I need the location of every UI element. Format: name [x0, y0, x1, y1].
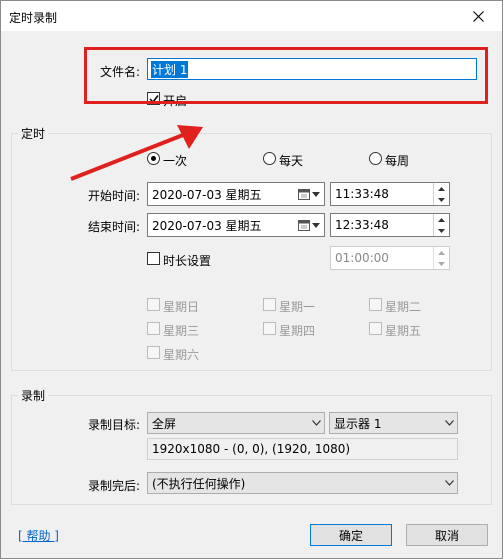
weekday-label-sun: 星期日: [163, 300, 200, 314]
weekday-checkbox-tue[interactable]: [369, 298, 382, 311]
weekday-checkbox-wed[interactable]: [147, 322, 160, 335]
weekday-label-fri: 星期五: [385, 324, 422, 338]
end-date-value: 2020-07-03 星期五: [152, 218, 262, 233]
spin-up-icon[interactable]: [438, 217, 445, 222]
record-target-value: 全屏: [152, 416, 177, 431]
weekday-checkbox-mon[interactable]: [263, 298, 276, 311]
radio-once-label: 一次: [163, 154, 188, 168]
spin-down-icon[interactable]: [438, 228, 445, 233]
ok-button[interactable]: 确定: [310, 524, 392, 546]
weekday-label-tue: 星期二: [385, 300, 422, 314]
calendar-icon: [298, 189, 310, 200]
weekday-label-thu: 星期四: [279, 324, 316, 338]
start-time-spinner[interactable]: [433, 183, 449, 205]
monitor-select[interactable]: 显示器 1: [329, 412, 458, 434]
weekday-checkbox-fri[interactable]: [369, 322, 382, 335]
chevron-down-icon[interactable]: [312, 223, 320, 228]
chevron-down-icon: [311, 420, 321, 426]
start-date-picker[interactable]: 2020-07-03 星期五: [147, 182, 325, 206]
chevron-down-icon: [444, 480, 454, 486]
chevron-down-icon[interactable]: [312, 192, 320, 197]
radio-daily-label: 每天: [279, 154, 304, 168]
radio-daily[interactable]: [263, 152, 276, 165]
duration-spinner[interactable]: [433, 247, 449, 269]
record-target-label: 录制目标:: [88, 418, 141, 432]
weekday-checkbox-sat[interactable]: [147, 346, 160, 359]
cancel-button[interactable]: 取消: [406, 524, 488, 546]
end-time-value: 12:33:48: [335, 218, 389, 232]
chevron-down-icon: [444, 420, 454, 426]
title-bar: 定时录制: [1, 1, 502, 31]
help-link[interactable]: [ 帮助 ]: [18, 527, 59, 544]
after-record-value: (不执行任何操作): [152, 476, 246, 491]
after-record-label: 录制完后:: [88, 479, 141, 493]
close-button[interactable]: [456, 1, 500, 31]
region-info: 1920x1080 - (0, 0), (1920, 1080): [147, 438, 458, 460]
start-date-value: 2020-07-03 星期五: [152, 187, 262, 202]
weekday-checkbox-thu[interactable]: [263, 322, 276, 335]
close-icon: [472, 10, 484, 22]
schedule-record-dialog: 定时录制 文件名: 计划 1 开启 定时 一次 每天 每周 开始时间: 2020…: [0, 0, 503, 559]
spin-up-icon[interactable]: [438, 250, 445, 255]
window-title: 定时录制: [9, 11, 58, 25]
after-record-select[interactable]: (不执行任何操作): [147, 472, 458, 494]
spin-down-icon[interactable]: [438, 197, 445, 202]
duration-input[interactable]: 01:00:00: [330, 246, 450, 270]
radio-weekly-label: 每周: [385, 154, 410, 168]
duration-value: 01:00:00: [335, 251, 389, 265]
start-time-label: 开始时间:: [88, 189, 141, 203]
weekday-checkbox-sun[interactable]: [147, 298, 160, 311]
radio-weekly[interactable]: [369, 152, 382, 165]
spin-up-icon[interactable]: [438, 186, 445, 191]
radio-once[interactable]: [147, 152, 160, 165]
arrow-annotation: [70, 125, 203, 181]
record-group-label: 录制: [18, 387, 49, 404]
end-date-picker[interactable]: 2020-07-03 星期五: [147, 213, 325, 237]
end-time-spinner[interactable]: [433, 214, 449, 236]
end-time-input[interactable]: 12:33:48: [330, 213, 450, 237]
calendar-icon: [298, 220, 310, 231]
record-target-select[interactable]: 全屏: [147, 412, 325, 434]
start-time-input[interactable]: 11:33:48: [330, 182, 450, 206]
schedule-group-label: 定时: [18, 125, 49, 142]
highlight-box: [84, 47, 488, 104]
end-time-label: 结束时间:: [88, 220, 141, 234]
weekday-label-sat: 星期六: [163, 348, 200, 362]
weekday-label-wed: 星期三: [163, 324, 200, 338]
duration-checkbox[interactable]: [147, 252, 160, 265]
start-time-value: 11:33:48: [335, 187, 389, 201]
weekday-label-mon: 星期一: [279, 300, 316, 314]
monitor-value: 显示器 1: [334, 416, 382, 431]
duration-label: 时长设置: [163, 254, 212, 268]
spin-down-icon[interactable]: [438, 261, 445, 266]
